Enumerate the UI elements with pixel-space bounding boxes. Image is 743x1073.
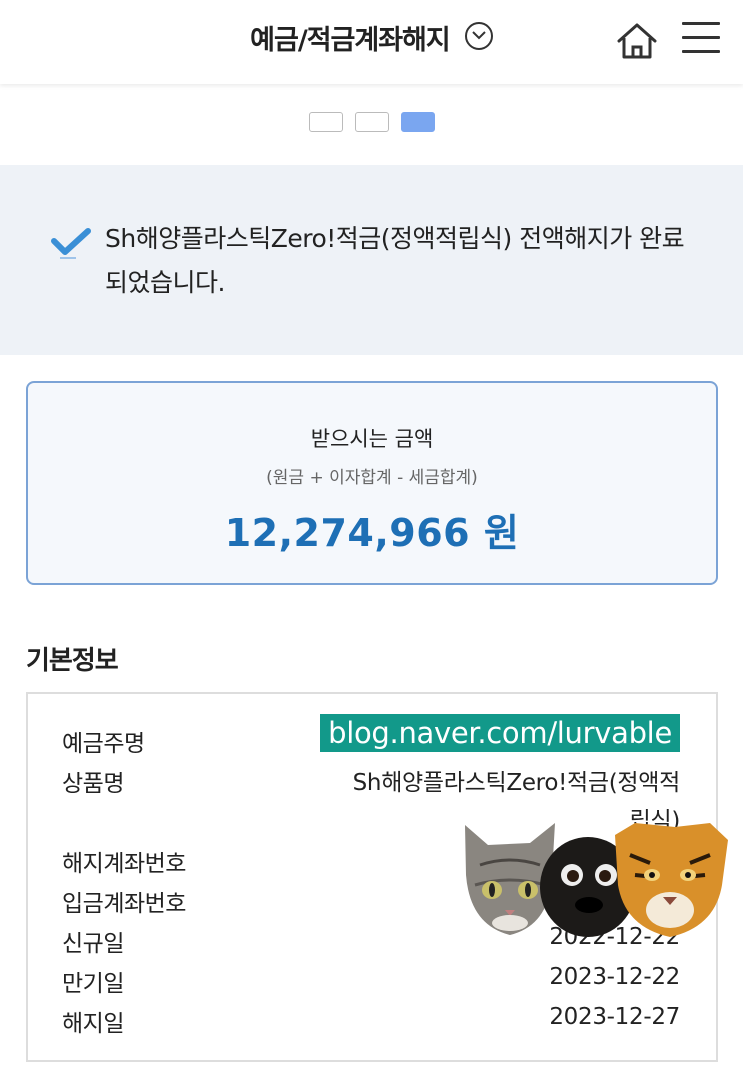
row-label-deposit-account: 입금계좌번호	[62, 891, 186, 917]
amount-sublabel: (원금 + 이자합계 - 세금합계)	[266, 468, 478, 488]
amount-label: 받으시는 금액	[310, 427, 434, 451]
completion-notice: Sh해양플라스틱Zero!적금(정액적립식) 전액해지가 완료되었습니다.	[0, 165, 743, 355]
step-indicator	[0, 112, 743, 132]
amount-value: 12,274,966 원	[224, 511, 520, 555]
amount-summary-card: 받으시는 금액 (원금 + 이자합계 - 세금합계) 12,274,966 원	[26, 381, 718, 585]
step-1	[308, 112, 343, 132]
step-2	[354, 112, 389, 132]
row-label-open-date: 신규일	[62, 931, 124, 957]
row-label-product: 상품명	[62, 771, 124, 797]
row-label-close-account: 해지계좌번호	[62, 851, 186, 877]
row-value-maturity-date: 2023-12-22	[549, 964, 680, 990]
section-title-basic-info: 기본정보	[26, 646, 119, 676]
row-label-holder: 예금주명	[62, 731, 145, 757]
page-title[interactable]: 예금/적금계좌해지	[250, 25, 451, 56]
tiger-face-icon	[615, 823, 728, 937]
row-value-close-date: 2023-12-27	[549, 1004, 680, 1030]
chevron-down-icon[interactable]	[464, 21, 493, 50]
menu-icon[interactable]	[682, 22, 720, 56]
watermark-text: blog.naver.com/lurvable	[320, 714, 680, 752]
animal-faces-sticker	[460, 815, 730, 940]
step-3-active	[400, 112, 435, 132]
home-icon[interactable]	[616, 20, 658, 62]
row-value-holder: blog.naver.com/lurvable	[320, 714, 680, 752]
completion-message: Sh해양플라스틱Zero!적금(정액적립식) 전액해지가 완료되었습니다.	[105, 224, 685, 297]
row-label-maturity-date: 만기일	[62, 971, 124, 997]
check-icon	[50, 227, 94, 261]
row-label-close-date: 해지일	[62, 1011, 124, 1037]
app-header: 예금/적금계좌해지	[0, 0, 743, 84]
